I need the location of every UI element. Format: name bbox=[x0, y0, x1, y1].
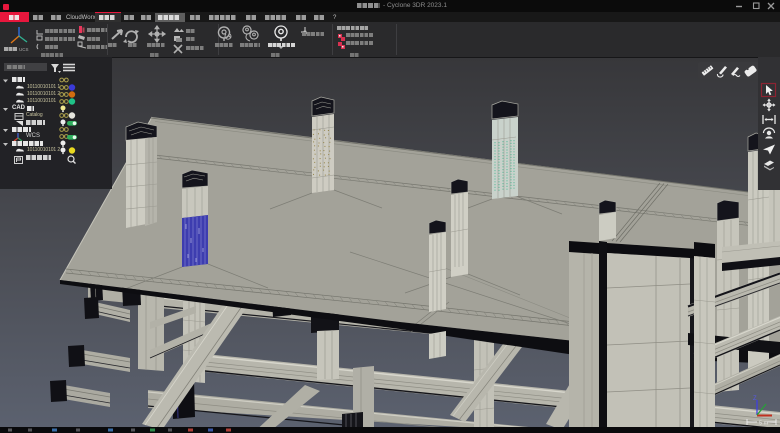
svg-text:Z: Z bbox=[753, 396, 757, 402]
svg-text:5 m: 5 m bbox=[759, 421, 769, 427]
